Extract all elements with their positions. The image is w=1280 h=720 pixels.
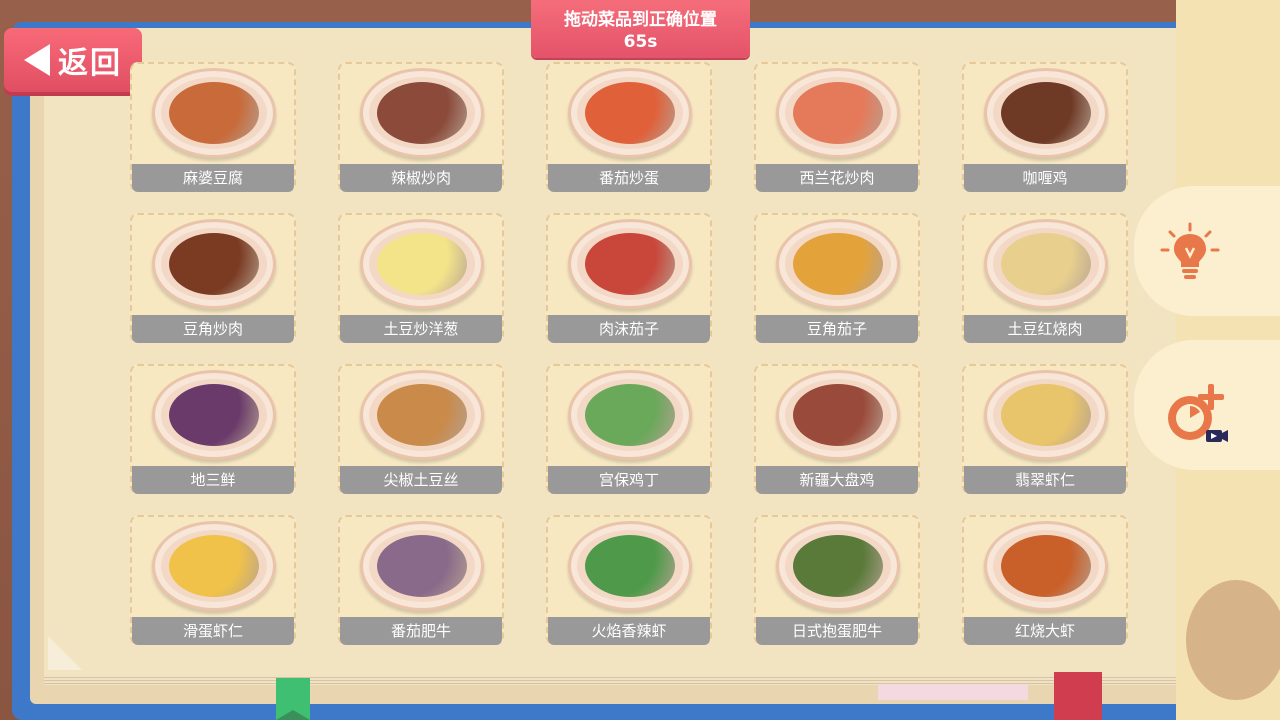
dish-food (169, 233, 259, 295)
back-arrow-icon (24, 44, 50, 76)
dish-food (793, 384, 883, 446)
dish-card[interactable]: 土豆红烧肉 (962, 213, 1128, 343)
dish-name-label: 肉沫茄子 (548, 315, 710, 343)
dish-food (1001, 82, 1091, 144)
dish-plate-image (360, 521, 484, 611)
bookmark-pink (878, 684, 1028, 700)
dish-card[interactable]: 地三鲜 (130, 364, 296, 494)
dish-card[interactable]: 豆角炒肉 (130, 213, 296, 343)
dish-card[interactable]: 辣椒炒肉 (338, 62, 504, 192)
back-button-label: 返回 (58, 46, 122, 81)
dish-card[interactable]: 新疆大盘鸡 (754, 364, 920, 494)
dish-name-label: 地三鲜 (132, 466, 294, 494)
add-time-video-icon (1168, 384, 1228, 442)
dish-name-label: 豆角茄子 (756, 315, 918, 343)
dish-plate-image (776, 521, 900, 611)
dish-name-label: 西兰花炒肉 (756, 164, 918, 192)
hint-button[interactable] (1134, 186, 1280, 316)
dish-plate-image (776, 370, 900, 460)
dish-card[interactable]: 日式抱蛋肥牛 (754, 515, 920, 645)
dish-card[interactable]: 番茄肥牛 (338, 515, 504, 645)
instruction-text: 拖动菜品到正确位置 (564, 10, 717, 30)
dish-name-label: 咖喱鸡 (964, 164, 1126, 192)
dish-food (585, 384, 675, 446)
dish-food (377, 535, 467, 597)
dish-plate-image (568, 521, 692, 611)
dish-plate-image (360, 370, 484, 460)
dish-plate-image (984, 219, 1108, 309)
dish-card[interactable]: 番茄炒蛋 (546, 62, 712, 192)
dish-card[interactable]: 西兰花炒肉 (754, 62, 920, 192)
dish-name-label: 滑蛋虾仁 (132, 617, 294, 645)
dish-food (169, 384, 259, 446)
dish-card[interactable]: 宫保鸡丁 (546, 364, 712, 494)
dish-food (1001, 233, 1091, 295)
countdown-timer: 65s (623, 32, 658, 52)
dish-food (169, 535, 259, 597)
dish-food (585, 535, 675, 597)
dish-food (377, 384, 467, 446)
dish-plate-image (360, 219, 484, 309)
dish-food (377, 233, 467, 295)
dish-food (793, 233, 883, 295)
page-edges (44, 675, 1204, 685)
page-corner-fold (48, 636, 82, 670)
instruction-banner: 拖动菜品到正确位置 65s (531, 0, 750, 58)
dish-food (169, 82, 259, 144)
dish-name-label: 翡翠虾仁 (964, 466, 1126, 494)
dish-plate-image (568, 219, 692, 309)
dish-card[interactable]: 翡翠虾仁 (962, 364, 1128, 494)
dish-name-label: 土豆红烧肉 (964, 315, 1126, 343)
dish-name-label: 宫保鸡丁 (548, 466, 710, 494)
dish-card[interactable]: 红烧大虾 (962, 515, 1128, 645)
dish-food (377, 82, 467, 144)
bookmark-green (276, 678, 310, 720)
dish-name-label: 新疆大盘鸡 (756, 466, 918, 494)
dish-plate-image (568, 68, 692, 158)
dish-food (1001, 535, 1091, 597)
dish-card[interactable]: 火焰香辣虾 (546, 515, 712, 645)
dish-name-label: 辣椒炒肉 (340, 164, 502, 192)
dish-plate-image (984, 370, 1108, 460)
dish-plate-image (776, 219, 900, 309)
dish-name-label: 番茄炒蛋 (548, 164, 710, 192)
dish-card[interactable]: 咖喱鸡 (962, 62, 1128, 192)
dish-plate-image (152, 521, 276, 611)
dish-food (585, 233, 675, 295)
dish-name-label: 番茄肥牛 (340, 617, 502, 645)
dish-plate-image (152, 68, 276, 158)
dish-card[interactable]: 土豆炒洋葱 (338, 213, 504, 343)
dish-card[interactable]: 尖椒土豆丝 (338, 364, 504, 494)
dish-food (1001, 384, 1091, 446)
dish-food (585, 82, 675, 144)
dish-name-label: 日式抱蛋肥牛 (756, 617, 918, 645)
dish-name-label: 红烧大虾 (964, 617, 1126, 645)
dish-name-label: 土豆炒洋葱 (340, 315, 502, 343)
dish-card[interactable]: 肉沫茄子 (546, 213, 712, 343)
lightbulb-icon (1160, 222, 1220, 279)
dish-name-label: 火焰香辣虾 (548, 617, 710, 645)
dish-card[interactable]: 麻婆豆腐 (130, 62, 296, 192)
bookmark-red (1054, 672, 1102, 720)
dish-plate-image (152, 370, 276, 460)
dish-plate-image (984, 68, 1108, 158)
dish-plate-image (360, 68, 484, 158)
dish-food (793, 535, 883, 597)
dish-plate-image (152, 219, 276, 309)
dish-food (793, 82, 883, 144)
dish-card[interactable]: 滑蛋虾仁 (130, 515, 296, 645)
back-button[interactable]: 返回 (4, 28, 142, 92)
dish-card[interactable]: 豆角茄子 (754, 213, 920, 343)
dish-plate-image (984, 521, 1108, 611)
dish-plate-image (568, 370, 692, 460)
dish-plate-image (776, 68, 900, 158)
dish-name-label: 麻婆豆腐 (132, 164, 294, 192)
add-time-button[interactable] (1134, 340, 1280, 470)
dish-name-label: 豆角炒肉 (132, 315, 294, 343)
dish-name-label: 尖椒土豆丝 (340, 466, 502, 494)
